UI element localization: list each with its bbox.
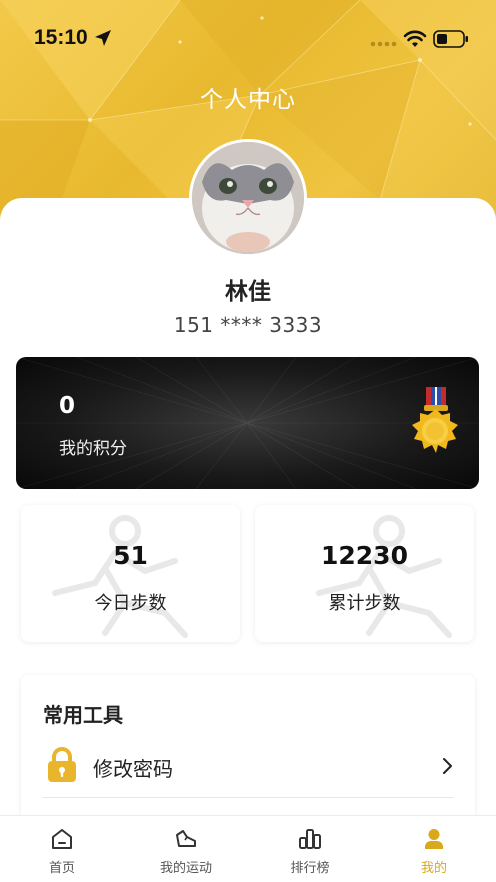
today-steps-value: 51 (113, 541, 148, 570)
points-value: 0 (59, 393, 76, 419)
tab-mine-label: 我的 (420, 861, 447, 876)
medal-icon (412, 387, 458, 453)
user-name: 林佳 (225, 279, 271, 305)
wifi-icon (403, 30, 427, 47)
status-time: 15:10 (34, 26, 88, 49)
total-steps-card[interactable]: 12230 累计步数 (255, 505, 474, 642)
status-bar: 15:10 (0, 0, 496, 80)
user-icon (425, 829, 443, 849)
tab-home-label: 首页 (48, 861, 75, 876)
points-card[interactable]: 0 我的积分 (16, 357, 479, 489)
tab-ranking-label: 排行榜 (290, 861, 330, 876)
total-steps-value: 12230 (321, 541, 408, 570)
divider (43, 797, 453, 798)
total-steps-label: 累计步数 (328, 593, 401, 614)
signal-icon (370, 41, 397, 47)
tab-my-sport[interactable]: 我的运动 (124, 816, 248, 882)
cat-photo-icon (192, 142, 304, 254)
shoe-icon (176, 830, 196, 847)
page-title: 个人中心 (200, 87, 296, 113)
home-icon (52, 829, 72, 849)
ranking-icon (299, 829, 321, 849)
tab-ranking[interactable]: 排行榜 (248, 816, 372, 882)
battery-icon (433, 30, 468, 48)
points-label: 我的积分 (59, 439, 127, 459)
change-password-item[interactable]: 修改密码 (21, 741, 475, 797)
location-arrow-icon (95, 30, 111, 46)
lock-icon (48, 747, 76, 782)
runner-icon (316, 515, 452, 638)
tab-bar: 首页 我的运动 排行榜 我的 (0, 815, 496, 882)
today-steps-label: 今日步数 (94, 593, 167, 614)
tab-mine[interactable]: 我的 (372, 816, 496, 882)
tools-title: 常用工具 (43, 703, 123, 727)
chevron-right-icon (443, 758, 452, 774)
tab-my-sport-label: 我的运动 (159, 861, 212, 876)
avatar[interactable] (189, 139, 307, 257)
runner-icon (52, 515, 188, 638)
today-steps-card[interactable]: 51 今日步数 (21, 505, 240, 642)
user-phone: 151 **** 3333 (173, 313, 323, 337)
tools-card: 常用工具 修改密码 (21, 675, 475, 825)
change-password-label: 修改密码 (93, 757, 173, 781)
tab-home[interactable]: 首页 (0, 816, 124, 882)
